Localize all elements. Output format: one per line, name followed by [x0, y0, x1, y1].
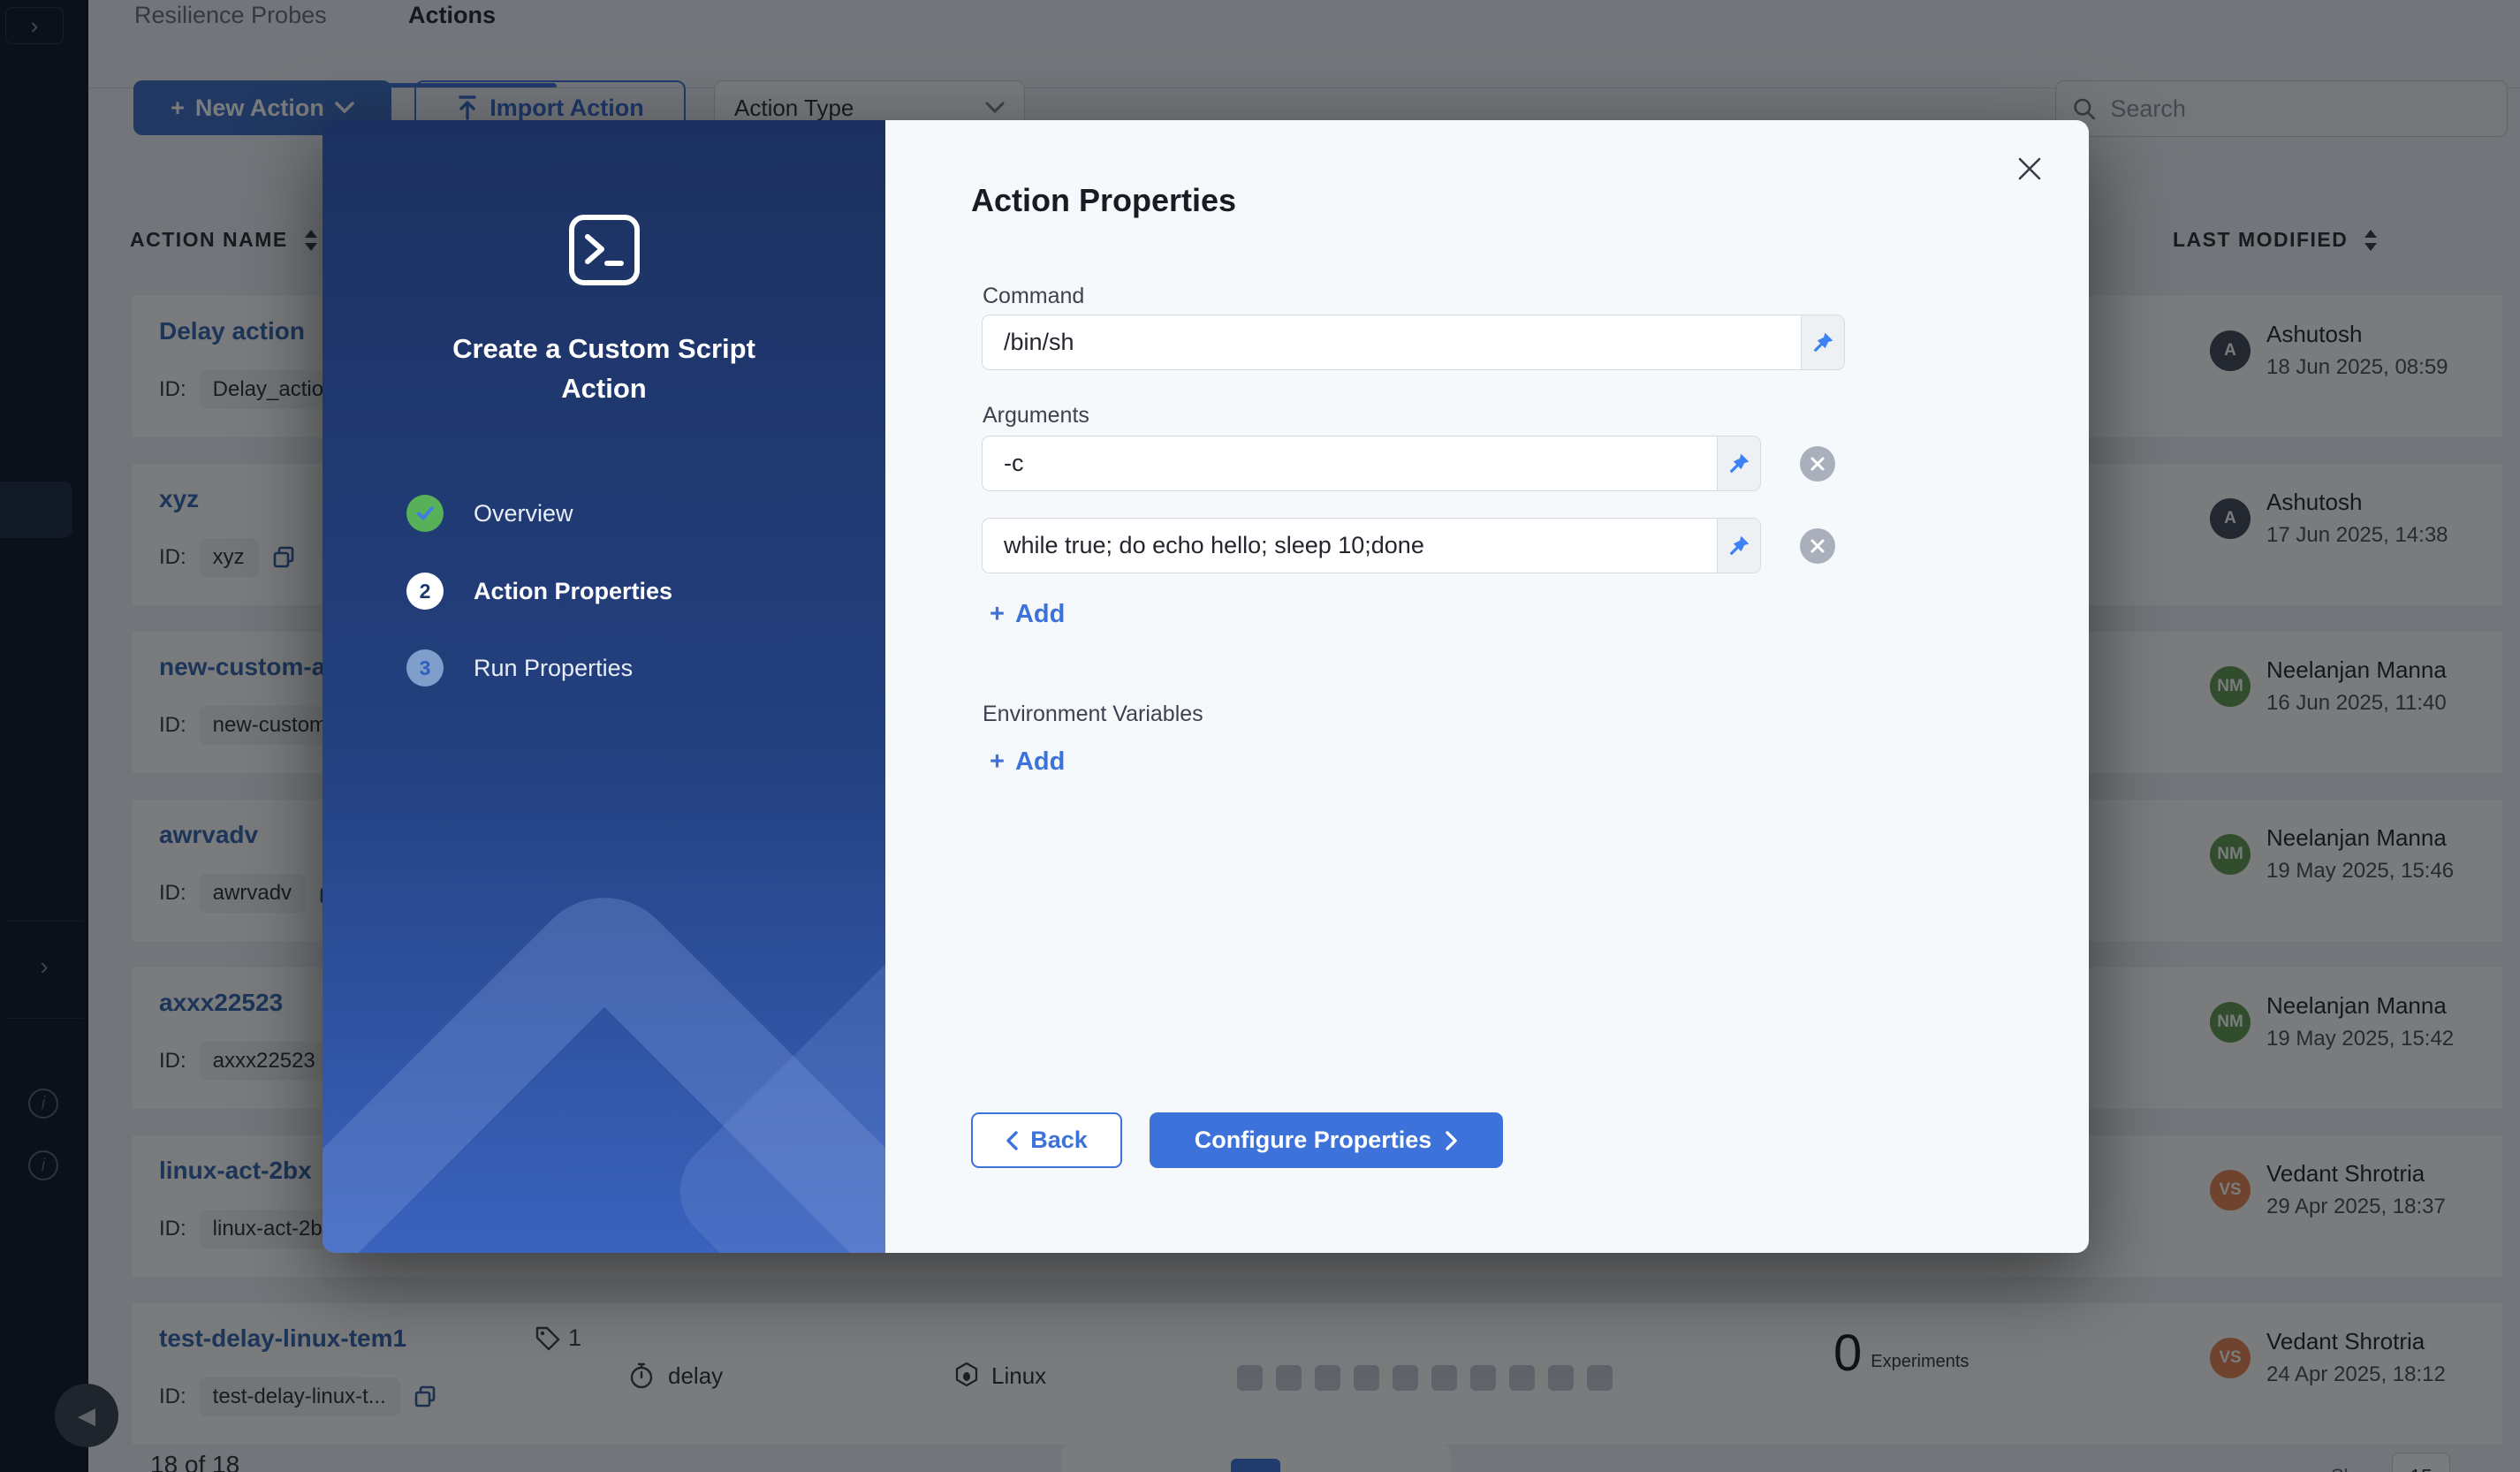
pin-button[interactable] [1717, 436, 1760, 490]
step-overview[interactable]: Overview [406, 495, 573, 532]
command-label: Command [983, 284, 1084, 309]
modal-body: Action Properties Command Arguments [885, 120, 2089, 1253]
step-action-properties[interactable]: 2 Action Properties [406, 573, 672, 610]
add-argument-button[interactable]: +Add [990, 600, 1065, 629]
form-title: Action Properties [971, 182, 1236, 219]
chevron-left-icon [1006, 1131, 1018, 1150]
chevron-right-icon [1446, 1131, 1458, 1150]
remove-argument-button[interactable] [1800, 446, 1835, 482]
remove-argument-button[interactable] [1800, 528, 1835, 564]
argument-input[interactable] [983, 519, 1717, 573]
arguments-label: Arguments [983, 403, 1089, 429]
close-icon [1810, 456, 1825, 472]
close-icon [1810, 538, 1825, 554]
pin-icon [1727, 452, 1750, 475]
modal-sidebar: Create a Custom Script Action Overview 2… [323, 120, 885, 1253]
pin-icon [1727, 535, 1750, 558]
modal-title: Create a Custom Script Action [414, 329, 794, 408]
app-screen: › › i i ◀ Resilience Probes Actions + Ne… [0, 0, 2520, 1472]
command-input[interactable] [983, 315, 1801, 369]
close-icon[interactable] [2016, 156, 2048, 187]
step-run-properties[interactable]: 3 Run Properties [406, 649, 633, 687]
pin-button[interactable] [1717, 519, 1760, 573]
check-icon [414, 502, 436, 525]
back-button[interactable]: Back [971, 1112, 1122, 1168]
create-action-modal: Create a Custom Script Action Overview 2… [323, 120, 2089, 1253]
pin-icon [1811, 331, 1834, 354]
environment-variables-label: Environment Variables [983, 702, 1203, 727]
command-field-group [982, 315, 1845, 370]
configure-properties-button[interactable]: Configure Properties [1150, 1112, 1503, 1168]
argument-field-group [982, 518, 1761, 573]
argument-input[interactable] [983, 436, 1717, 490]
add-env-variable-button[interactable]: +Add [990, 747, 1065, 777]
plus-icon: + [990, 600, 1005, 629]
pin-button[interactable] [1801, 315, 1844, 369]
argument-field-group [982, 436, 1761, 491]
plus-icon: + [990, 747, 1005, 777]
terminal-icon [566, 212, 642, 288]
